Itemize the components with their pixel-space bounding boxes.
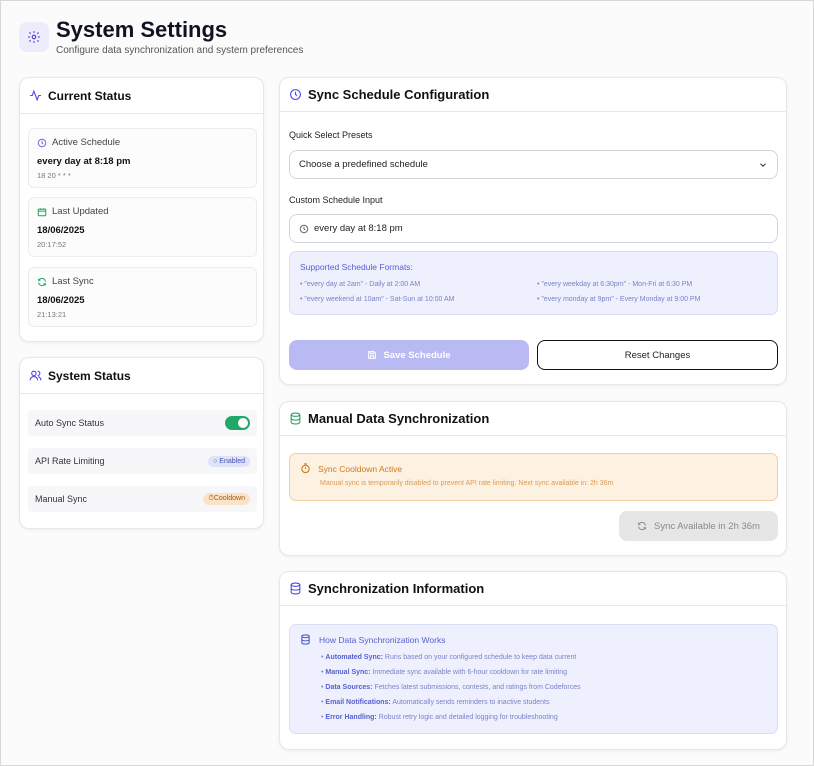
schedule-header: Sync Schedule Configuration (280, 78, 786, 112)
reset-changes-button[interactable]: Reset Changes (537, 340, 778, 370)
system-status-title: System Status (48, 368, 131, 383)
info-text: Automatically sends reminders to inactiv… (392, 699, 550, 706)
current-status-card: Current Status Active Schedule every day… (19, 77, 264, 342)
gear-icon (19, 22, 49, 52)
info-text: Immediate sync available with 6-hour coo… (372, 669, 568, 676)
list-item: • Manual Sync: Immediate sync available … (321, 669, 568, 676)
last-updated-label: Last Updated (52, 206, 109, 217)
info-box: How Data Synchronization Works • Automat… (289, 624, 778, 734)
info-key: Error Handling: (325, 714, 377, 721)
timer-icon (301, 463, 310, 474)
active-schedule-cron: 18 20 * * * (37, 171, 71, 180)
status-badge-cooldown: ⏱Cooldown (203, 493, 250, 505)
manual-sync-title: Manual Data Synchronization (308, 411, 490, 426)
sync-info-header: Synchronization Information (280, 572, 786, 606)
cooldown-alert: Sync Cooldown Active Manual sync is temp… (289, 453, 778, 501)
info-key: Automated Sync: (325, 654, 383, 661)
database-icon (290, 582, 301, 595)
users-icon (29, 370, 42, 381)
save-icon (368, 351, 377, 359)
custom-label: Custom Schedule Input (289, 195, 383, 205)
info-text: Runs based on your configured schedule t… (384, 654, 577, 661)
status-item-last-sync: Last Sync 18/06/2025 21:13:21 (28, 267, 257, 327)
status-badge-enabled: ○ Enabled (208, 455, 250, 467)
presets-select[interactable]: Choose a predefined schedule (289, 150, 778, 179)
formats-title: Supported Schedule Formats: (300, 262, 413, 272)
auto-sync-label: Auto Sync Status (35, 418, 105, 428)
database-icon (301, 634, 310, 645)
info-list: • Automated Sync: Runs based on your con… (321, 650, 767, 725)
page-header: System Settings Configure data synchroni… (19, 17, 303, 56)
enabled-text: Enabled (219, 457, 245, 465)
last-updated-date: 18/06/2025 (37, 225, 85, 236)
list-item: • Error Handling: Robust retry logic and… (321, 714, 558, 721)
presets-value: Choose a predefined schedule (299, 159, 428, 170)
page-subtitle: Configure data synchronization and syste… (56, 45, 304, 56)
system-status-header: System Status (20, 358, 263, 394)
auto-sync-row: Auto Sync Status (28, 410, 257, 436)
last-sync-label: Last Sync (52, 276, 94, 287)
info-box-title: How Data Synchronization Works (319, 634, 446, 645)
last-updated-time: 20:17:52 (37, 240, 67, 249)
cooldown-title: Sync Cooldown Active (318, 463, 403, 474)
info-text: Robust retry logic and detailed logging … (378, 714, 558, 721)
custom-schedule-input[interactable]: every day at 8:18 pm (289, 214, 778, 243)
last-sync-date: 18/06/2025 (37, 295, 85, 306)
app-window: System Settings Configure data synchroni… (0, 0, 814, 766)
chevron-down-icon (760, 162, 766, 167)
save-schedule-button[interactable]: Save Schedule (289, 340, 529, 370)
format-item: • "every weekend at 10am" - Sat-Sun at 1… (300, 296, 455, 303)
format-item: • "every weekday at 6:30pm" - Mon-Fri at… (537, 281, 693, 288)
api-rate-row: API Rate Limiting ○ Enabled (28, 448, 257, 474)
current-status-header: Current Status (20, 78, 263, 114)
sync-info-title: Synchronization Information (308, 581, 485, 596)
manual-sync-header: Manual Data Synchronization (280, 402, 786, 436)
manual-sync-row: Manual Sync ⏱Cooldown (28, 486, 257, 512)
sync-now-button[interactable]: Sync Available in 2h 36m (619, 511, 778, 541)
calendar-icon (37, 207, 47, 216)
status-item-active-schedule: Active Schedule every day at 8:18 pm 18 … (28, 128, 257, 188)
auto-sync-toggle[interactable] (225, 416, 250, 430)
manual-sync-card: Manual Data Synchronization Sync Cooldow… (279, 401, 787, 556)
active-schedule-value: every day at 8:18 pm (37, 156, 131, 167)
presets-label: Quick Select Presets (289, 130, 373, 140)
page-title: System Settings (56, 17, 228, 42)
manual-sync-label: Manual Sync (35, 494, 88, 504)
status-item-last-updated: Last Updated 18/06/2025 20:17:52 (28, 197, 257, 257)
reset-label: Reset Changes (624, 349, 691, 361)
active-schedule-label: Active Schedule (52, 137, 121, 148)
schedule-card: Sync Schedule Configuration Quick Select… (279, 77, 787, 385)
api-rate-label: API Rate Limiting (35, 456, 105, 466)
cooldown-text: Cooldown (213, 495, 245, 502)
list-item: • Email Notifications: Automatically sen… (321, 699, 550, 706)
last-sync-time: 21:13:21 (37, 310, 67, 319)
clock-icon (290, 89, 301, 100)
sync-info-card: Synchronization Information How Data Syn… (279, 571, 787, 750)
cooldown-text: Manual sync is temporarily disabled to p… (320, 480, 614, 487)
current-status-title: Current Status (48, 88, 132, 103)
schedule-title: Sync Schedule Configuration (308, 87, 490, 102)
database-icon (290, 412, 301, 425)
format-item: • "every day at 2am" - Daily at 2:00 AM (300, 281, 421, 288)
clock-icon (37, 138, 47, 147)
refresh-icon (38, 277, 46, 286)
system-status-card: System Status Auto Sync Status API Rate … (19, 357, 264, 529)
refresh-icon (638, 521, 646, 531)
clock-icon (299, 224, 309, 233)
info-key: Manual Sync: (325, 669, 371, 676)
list-item: • Data Sources: Fetches latest submissio… (321, 684, 581, 691)
activity-icon (30, 89, 41, 102)
info-key: Email Notifications: (325, 699, 391, 706)
info-text: Fetches latest submissions, contests, an… (374, 684, 581, 691)
save-label: Save Schedule (383, 349, 451, 361)
info-key: Data Sources: (325, 684, 373, 691)
formats-box: Supported Schedule Formats: • "every day… (289, 251, 778, 315)
custom-schedule-value: every day at 8:18 pm (314, 223, 403, 234)
list-item: • Automated Sync: Runs based on your con… (321, 654, 577, 661)
sync-label: Sync Available in 2h 36m (654, 520, 760, 532)
format-item: • "every monday at 9pm" - Every Monday a… (537, 296, 701, 303)
